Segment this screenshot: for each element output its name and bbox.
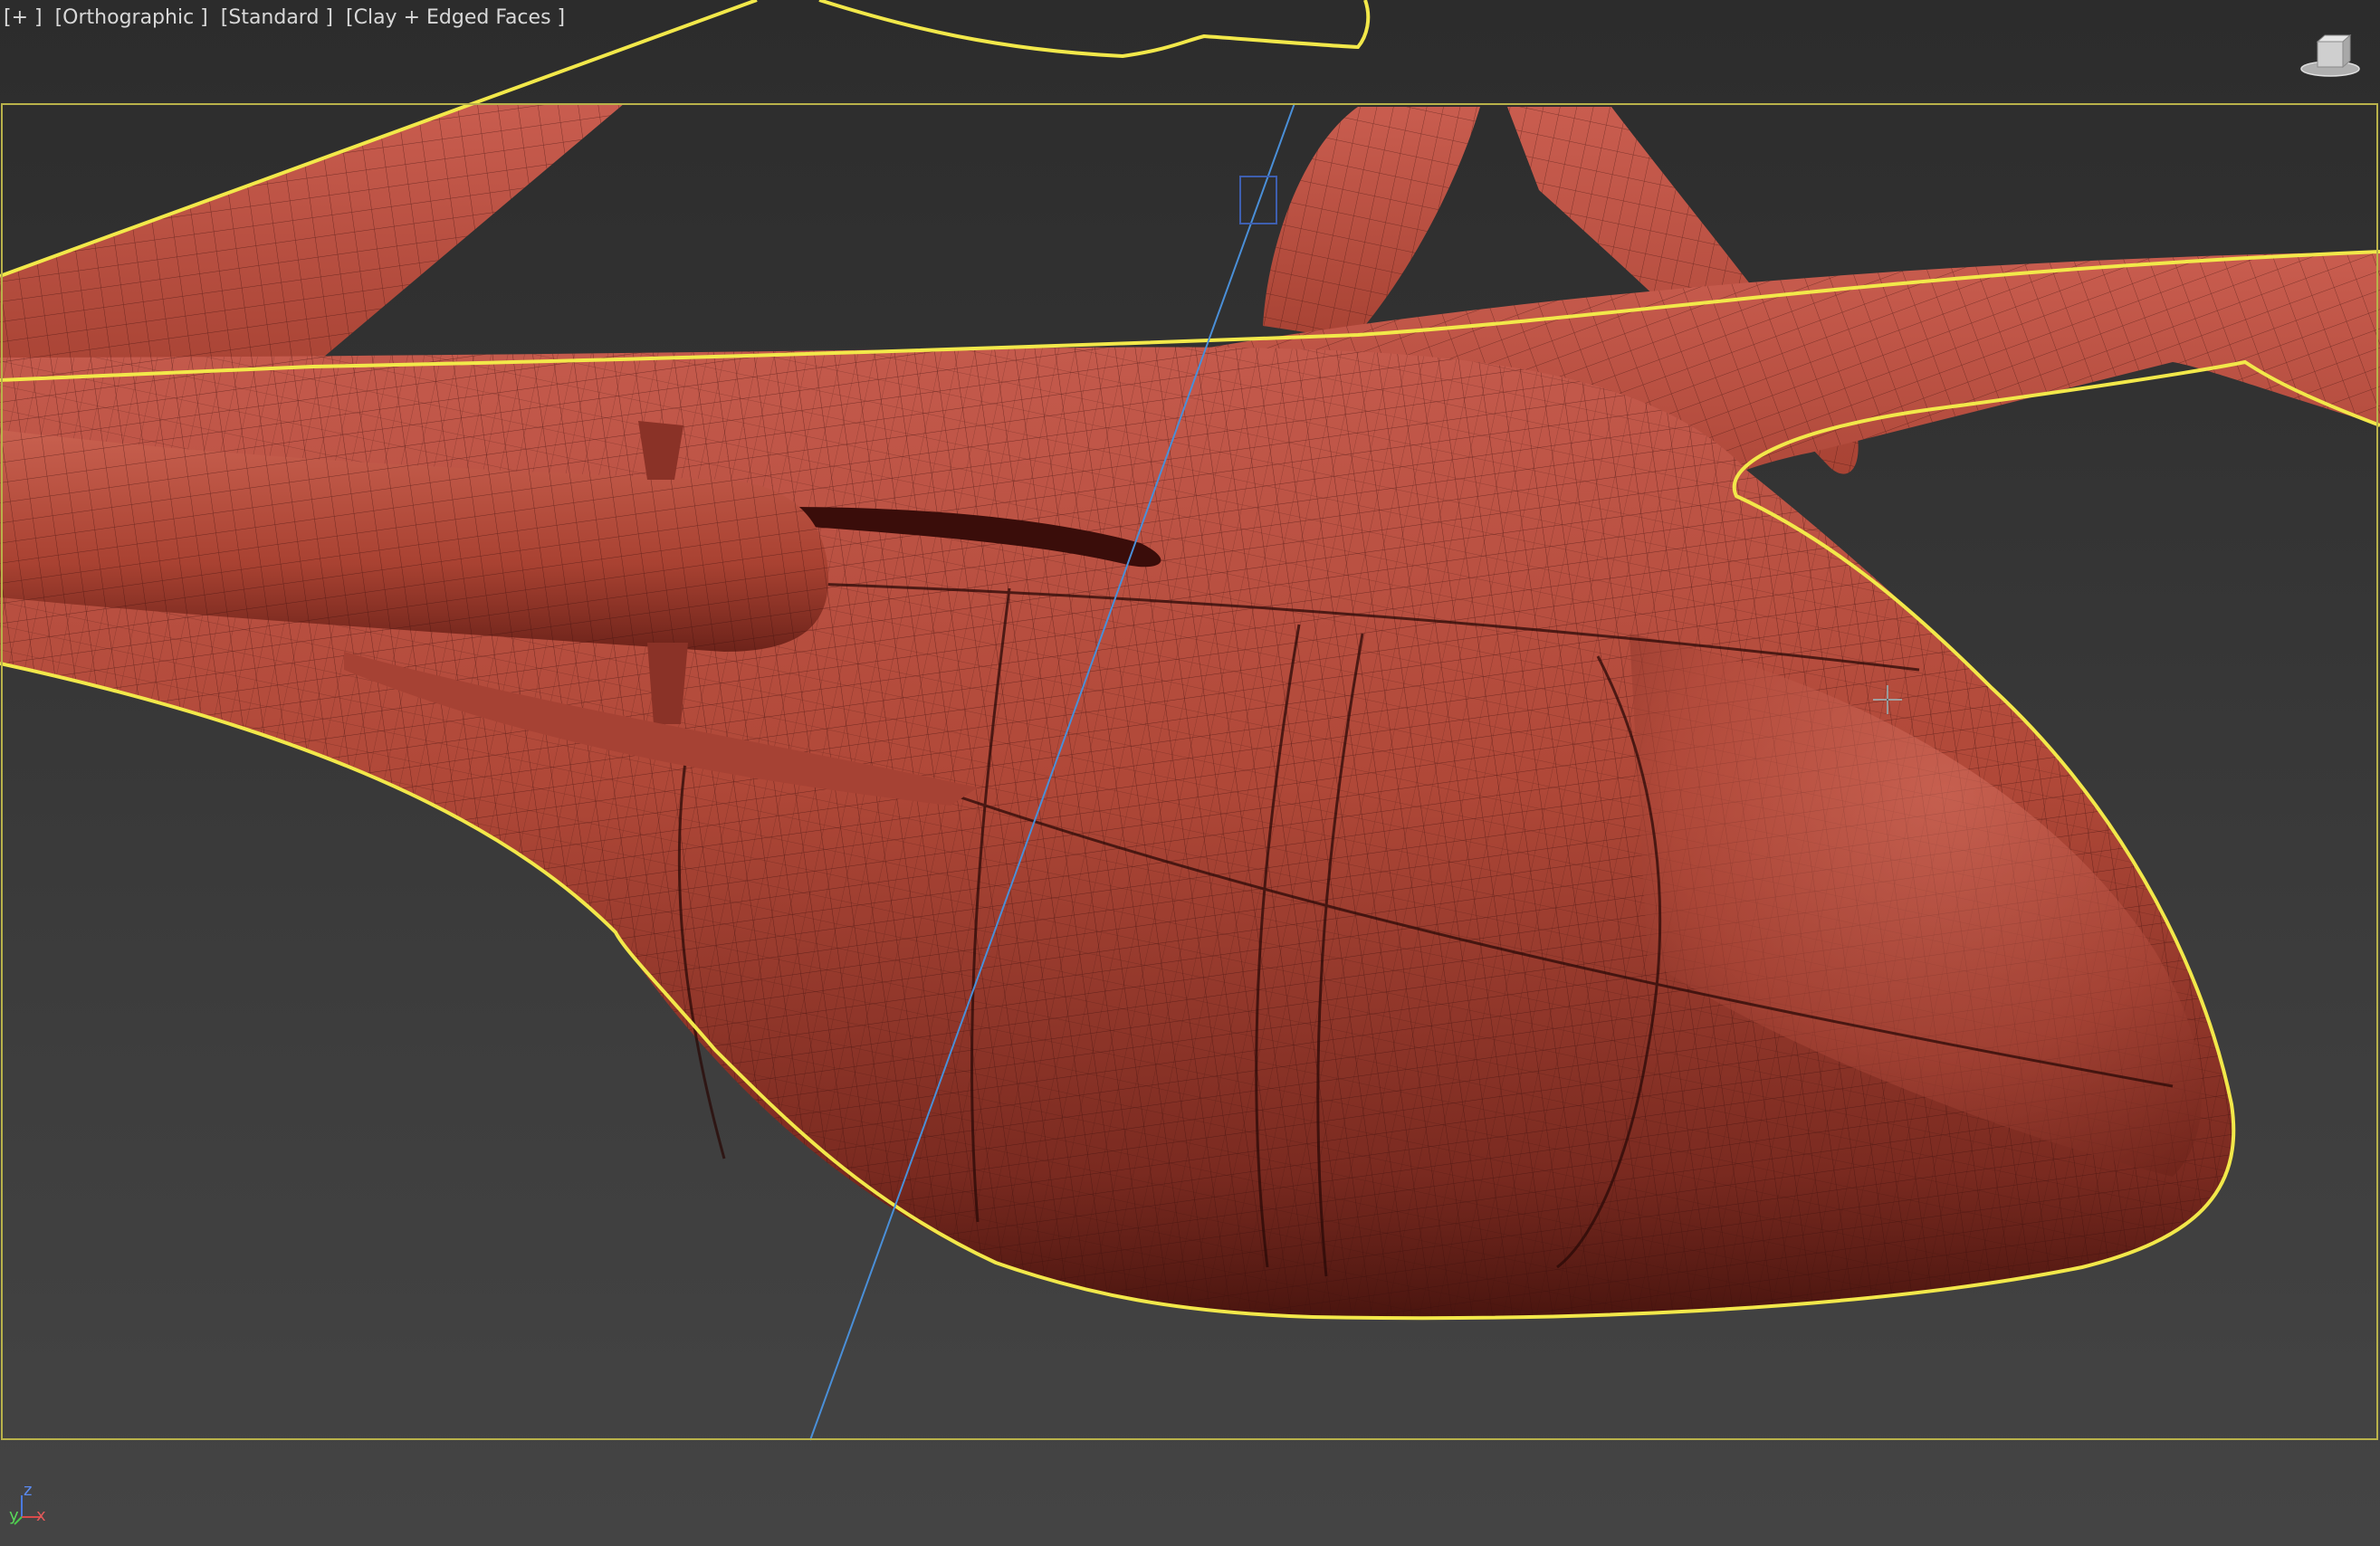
viewport-label-menu: [+ ] [Orthographic ] [Standard ] [Clay +… [4,4,565,31]
rear-blade-left[interactable] [1263,107,1480,339]
axis-x-label: x [36,1506,46,1525]
viewport-scene[interactable] [0,0,2380,1546]
viewcube-icon[interactable] [2298,31,2363,78]
move-cursor-icon [1871,683,1904,716]
axis-z-label: z [24,1481,33,1500]
viewport-shading-preset-label[interactable]: [Standard ] [221,6,333,29]
viewport-view-label[interactable]: [Orthographic ] [55,6,208,29]
axis-y-label: y [9,1506,19,1525]
axis-tripod-icon: z y x [9,1481,54,1528]
viewport-display-mode-label[interactable]: [Clay + Edged Faces ] [346,6,565,29]
viewport-plus-menu[interactable]: [+ ] [4,6,43,29]
